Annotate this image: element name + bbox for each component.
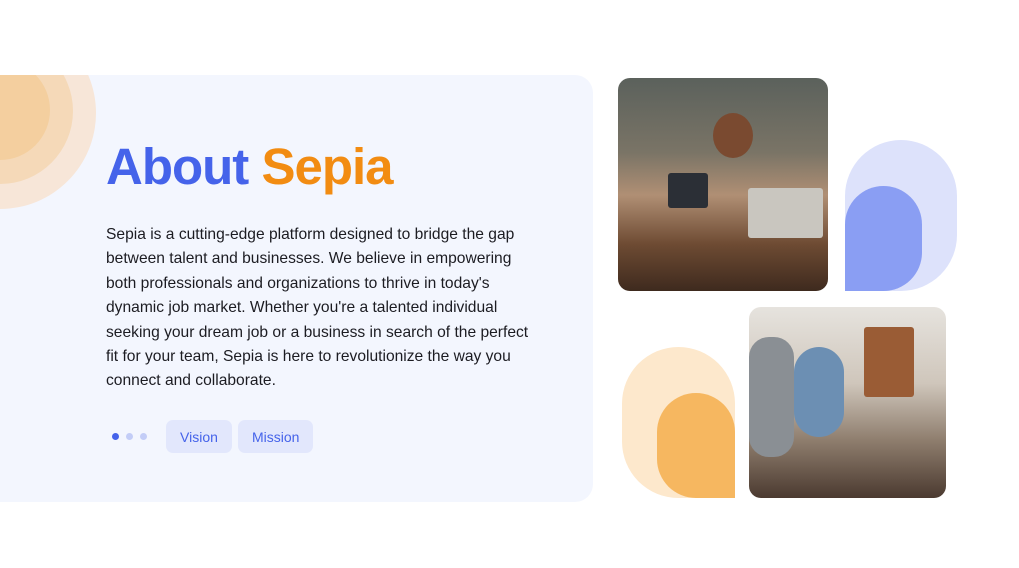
carousel-dot-2[interactable] xyxy=(126,433,133,440)
carousel-dots xyxy=(112,433,147,440)
carousel-dot-1[interactable] xyxy=(112,433,119,440)
decorative-drop-orange-dark xyxy=(657,393,735,498)
page-title: About Sepia xyxy=(106,138,394,195)
team-photo-2 xyxy=(749,307,946,498)
vision-button[interactable]: Vision xyxy=(166,420,232,453)
about-description: Sepia is a cutting-edge platform designe… xyxy=(106,226,529,390)
team-photo-1 xyxy=(618,78,828,291)
decorative-drop-blue-dark xyxy=(845,186,922,291)
carousel-dot-3[interactable] xyxy=(140,433,147,440)
mission-button[interactable]: Mission xyxy=(238,420,313,453)
